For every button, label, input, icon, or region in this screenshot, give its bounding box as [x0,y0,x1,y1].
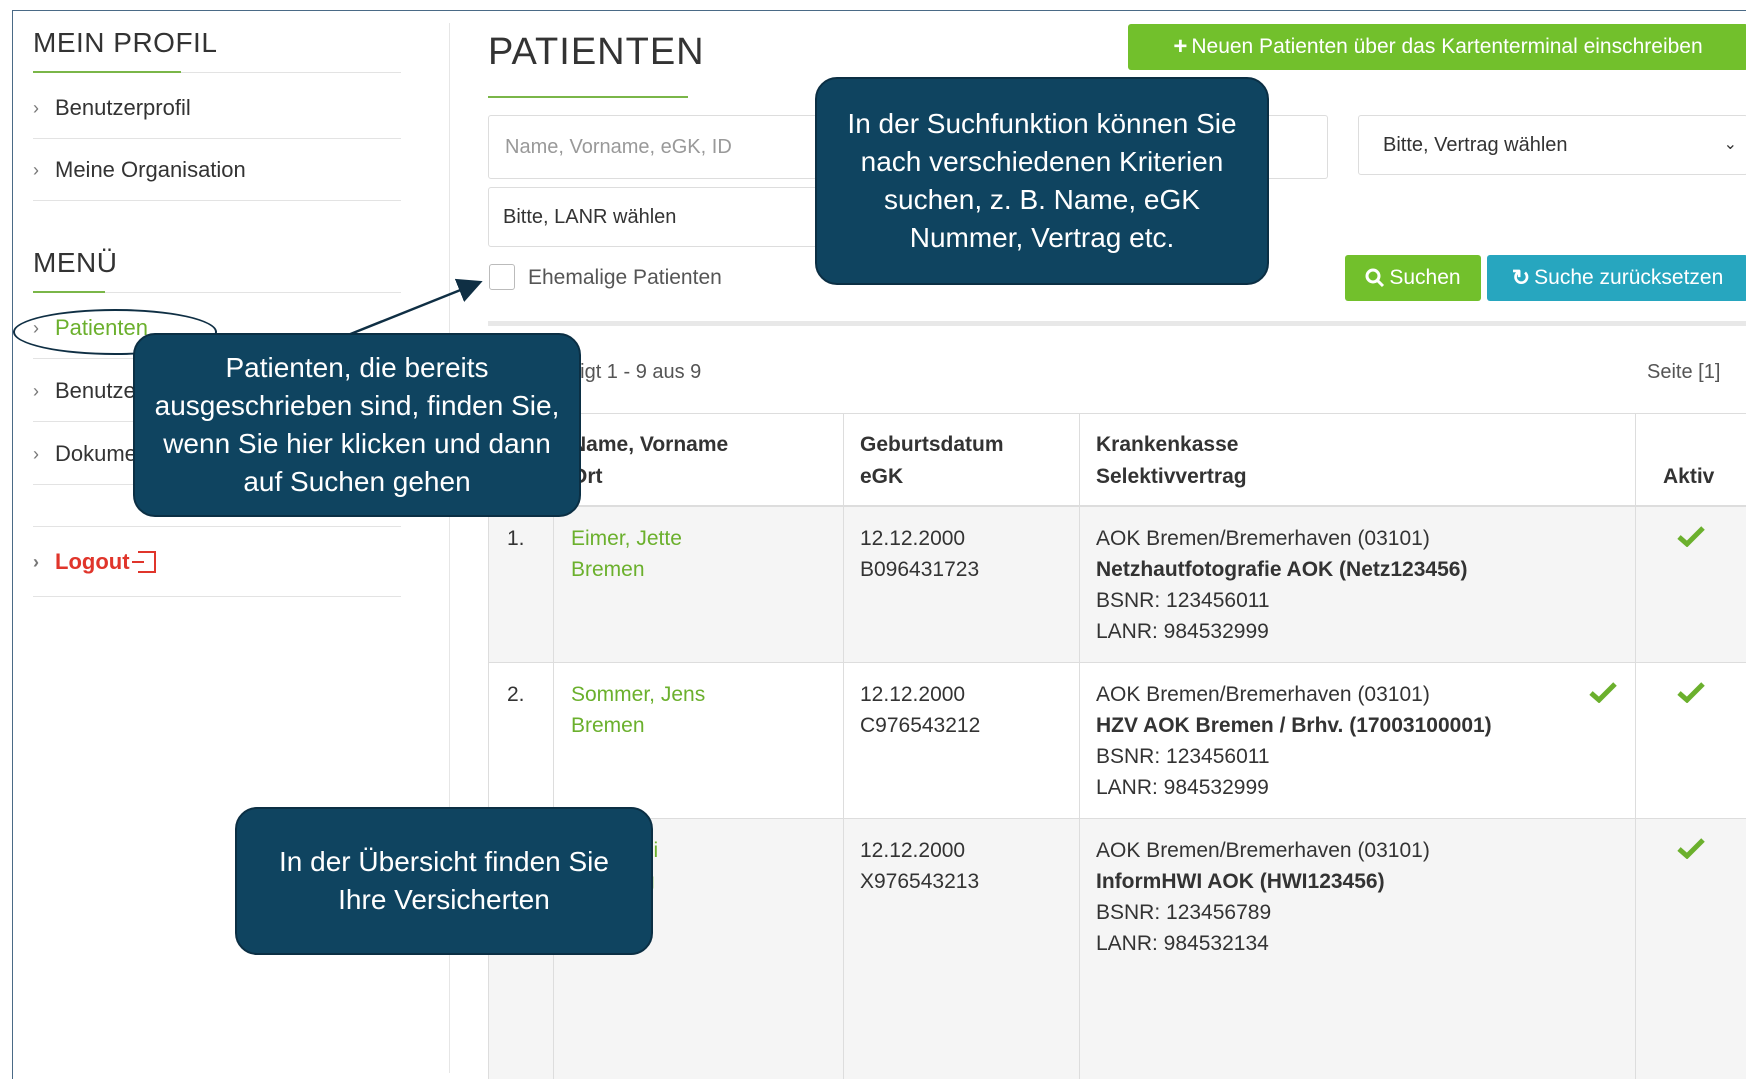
chevron-right-icon: › [33,443,39,464]
row-divider [488,662,1746,663]
results-count: eigt 1 - 9 aus 9 [569,361,702,383]
kasse-cell: AOK Bremen/Bremerhaven (03101) HZV AOK B… [1096,679,1492,803]
patient-dob: 12.12.2000 [860,839,966,862]
section-divider [488,321,1746,326]
former-patients-label[interactable]: Ehemalige Patienten [528,266,722,290]
row-divider [488,818,1746,819]
reset-button-label: Suche zurücksetzen [1534,266,1724,289]
check-icon [1677,526,1705,547]
col-header-name-1: Name, Vorname [571,433,729,456]
patient-bsnr: BSNR: 123456011 [1096,589,1270,612]
reset-search-button[interactable]: ↻ Suche zurücksetzen [1487,255,1746,301]
patient-kasse: AOK Bremen/Bremerhaven (03101) [1096,839,1430,862]
patient-dob: 12.12.2000 [860,683,966,706]
patient-bsnr: BSNR: 123456011 [1096,745,1270,768]
divider [33,596,401,597]
col-header-dob-1: Geburtsdatum [860,433,1004,456]
row-number: 2. [507,683,525,706]
annotation-arrow [347,278,483,337]
col-divider [553,507,554,1079]
col-header-dob-2: eGK [860,465,904,488]
patient-city: Bremen [571,714,645,737]
contract-select[interactable]: Bitte, Vertrag wählen ⌄ [1358,115,1746,175]
dob-cell: 12.12.2000 B096431723 [860,523,979,585]
col-header-dob: Geburtsdatum eGK [860,429,1004,493]
row-number: 1. [507,527,525,550]
patient-name-cell: Eimer, Jette Bremen [571,523,682,585]
col-header-name: Name, Vorname Ort [571,429,728,493]
chevron-right-icon: › [33,551,39,572]
patient-bsnr: BSNR: 123456789 [1096,901,1272,924]
patient-kasse: AOK Bremen/Bremerhaven (03101) [1096,527,1430,550]
col-divider [1635,413,1636,1079]
dob-cell: 12.12.2000 C976543212 [860,679,980,741]
logout-icon [131,551,156,573]
col-header-active: Aktiv [1663,465,1715,488]
col-header-kasse: Krankenkasse Selektivvertrag [1096,429,1247,493]
patient-vertrag: HZV AOK Bremen / Brhv. (17003100001) [1096,714,1492,737]
check-icon [1677,838,1705,859]
patient-name-link[interactable]: Eimer, Jette [571,523,682,554]
col-divider [1079,413,1080,1079]
col-header-kasse-1: Krankenkasse [1096,433,1239,456]
enroll-patient-button[interactable]: + Neuen Patienten über das Kartentermina… [1128,24,1746,70]
patient-name-cell: Sommer, Jens Bremen [571,679,705,741]
patient-egk: X976543213 [860,870,980,893]
check-icon [1589,682,1617,703]
patient-vertrag: Netzhautfotografie AOK (Netz123456) [1096,558,1468,581]
sidebar-item-label: Benutzer [55,378,144,403]
kasse-cell: AOK Bremen/Bremerhaven (03101) InformHWI… [1096,835,1430,959]
divider [33,526,401,527]
search-placeholder: Name, Vorname, eGK, ID [505,135,732,158]
patient-lanr: LANR: 984532134 [1096,932,1269,955]
search-button[interactable]: Suchen [1345,255,1481,301]
patient-city: Bremen [571,558,645,581]
table-top-border [488,413,1746,414]
chevron-right-icon: › [33,380,39,401]
search-button-label: Suchen [1389,266,1461,289]
patient-vertrag: InformHWI AOK (HWI123456) [1096,870,1385,893]
search-callout: In der Suchfunktion können Sie nach vers… [815,77,1269,285]
app-frame: MEIN PROFIL › Benutzerprofil › Meine Org… [12,10,1746,1079]
kasse-cell: AOK Bremen/Bremerhaven (03101) Netzhautf… [1096,523,1467,647]
contract-select-value: Bitte, Vertrag wählen [1383,133,1568,156]
refresh-icon: ↻ [1511,265,1531,290]
sidebar-item-benutzer[interactable]: › Benutzer [33,378,143,404]
col-header-name-2: Ort [571,465,603,488]
former-patients-callout: Patienten, die bereits ausgeschrieben si… [133,333,581,517]
check-icon [1677,682,1705,703]
patient-name-link[interactable]: Sommer, Jens [571,679,705,710]
search-icon [1365,268,1385,288]
patient-dob: 12.12.2000 [860,527,966,550]
logout-link[interactable]: › Logout [33,549,156,575]
patient-egk: B096431723 [860,558,980,581]
col-divider [843,413,844,1079]
plus-icon: + [1173,33,1188,60]
overview-callout: In der Übersicht finden Sie Ihre Versich… [235,807,653,955]
page-indicator: Seite [1] [1647,361,1721,383]
dob-cell: 12.12.2000 X976543213 [860,835,979,897]
logout-label: Logout [55,549,130,574]
enroll-button-label: Neuen Patienten über das Kartenterminal … [1191,35,1703,58]
patient-lanr: LANR: 984532999 [1096,776,1269,799]
patient-kasse: AOK Bremen/Bremerhaven (03101) [1096,683,1430,706]
patient-lanr: LANR: 984532999 [1096,620,1269,643]
col-header-kasse-2: Selektivvertrag [1096,465,1247,488]
patient-egk: C976543212 [860,714,981,737]
chevron-down-icon: ⌄ [1723,136,1737,153]
